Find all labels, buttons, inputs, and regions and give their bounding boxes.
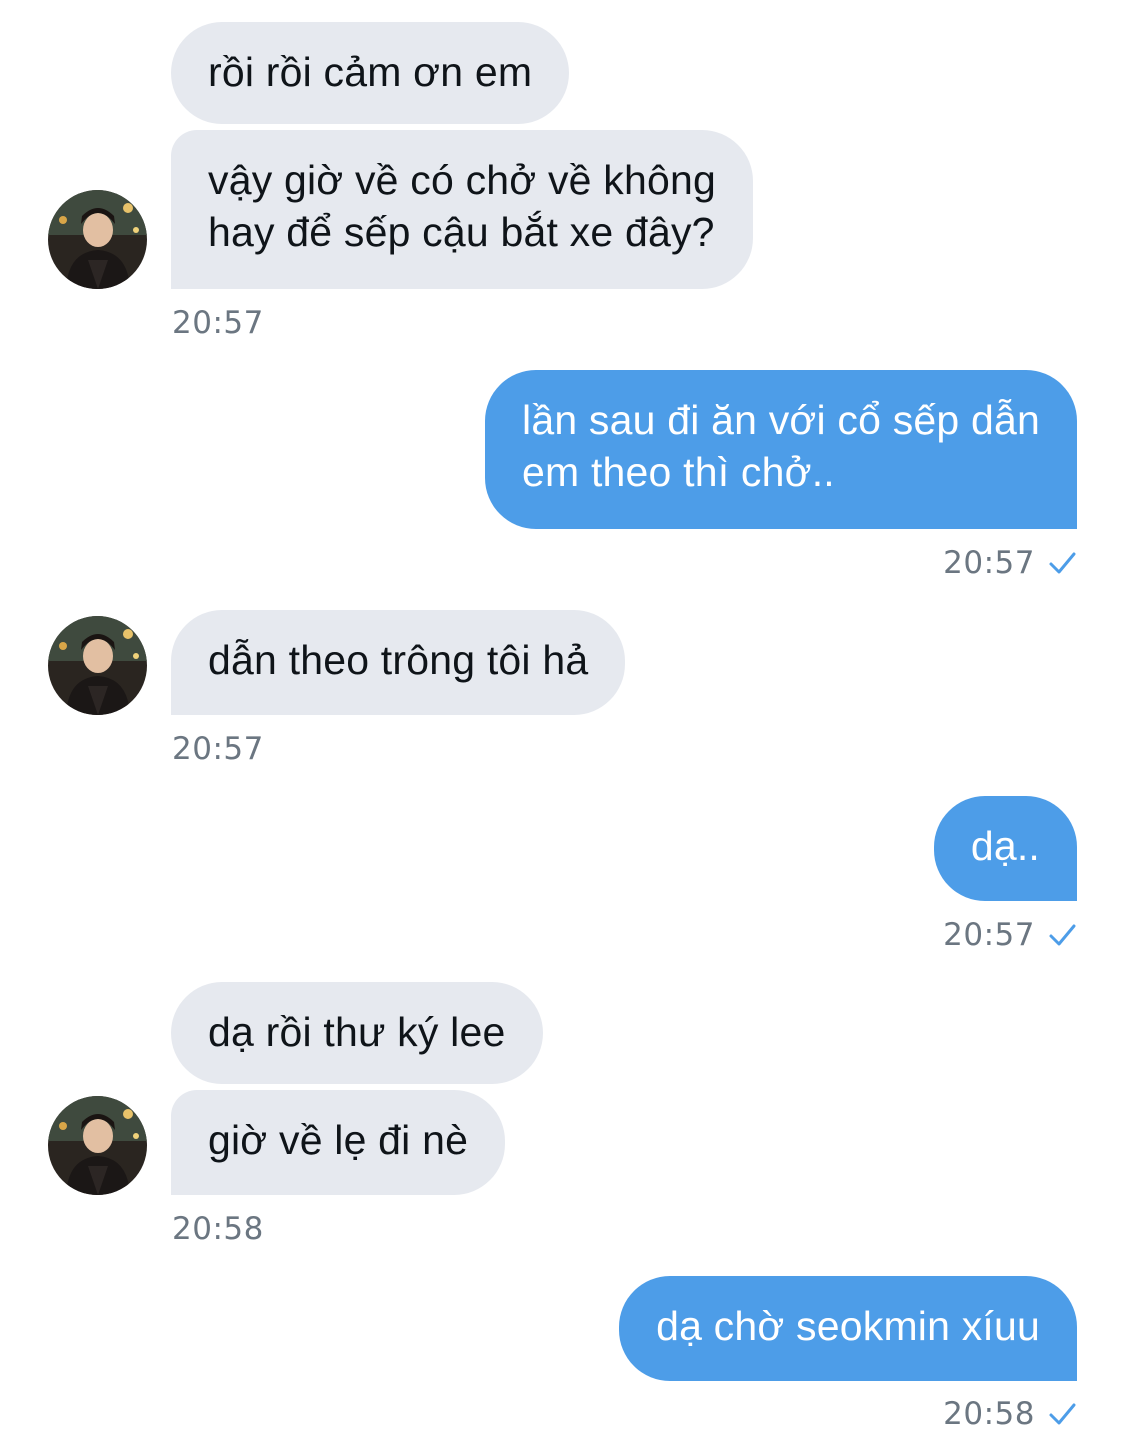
check-icon	[1049, 552, 1076, 574]
timestamp: 20:57	[943, 917, 1035, 953]
contact-avatar[interactable]	[48, 616, 147, 715]
avatar-image	[48, 1096, 147, 1195]
outgoing-message[interactable]: dạ chờ seokmin xíuu	[619, 1276, 1077, 1381]
message-text-line: lần sau đi ăn với cổ sếp dẫn	[522, 397, 1040, 443]
message-text: dạ rồi thư ký lee	[208, 1009, 506, 1055]
message-meta: 20:57	[943, 545, 1077, 581]
timestamp: 20:57	[172, 731, 264, 767]
contact-avatar[interactable]	[48, 190, 147, 289]
avatar-image	[48, 616, 147, 715]
check-icon	[1049, 924, 1076, 946]
avatar-image	[48, 190, 147, 289]
outgoing-message[interactable]: dạ..	[933, 796, 1077, 901]
outgoing-message[interactable]: lần sau đi ăn với cổ sếp dẫn em theo thì…	[485, 370, 1077, 529]
check-icon	[1049, 1403, 1076, 1425]
timestamp: 20:58	[172, 1211, 264, 1247]
message-text-line: vậy giờ về có chở về không	[208, 157, 716, 203]
incoming-message[interactable]: dạ rồi thư ký lee	[171, 982, 543, 1084]
timestamp: 20:58	[943, 1396, 1035, 1432]
incoming-message[interactable]: giờ về lẹ đi nè	[171, 1090, 506, 1195]
timestamp: 20:57	[172, 305, 264, 341]
incoming-message[interactable]: rồi rồi cảm ơn em	[171, 22, 570, 124]
contact-avatar[interactable]	[48, 1096, 147, 1195]
message-text: rồi rồi cảm ơn em	[208, 49, 533, 95]
incoming-message[interactable]: dẫn theo trông tôi hả	[171, 610, 626, 715]
message-meta: 20:57	[943, 917, 1077, 953]
timestamp: 20:57	[943, 545, 1035, 581]
message-text: giờ về lẹ đi nè	[208, 1117, 469, 1163]
message-text: dạ..	[970, 823, 1040, 869]
message-text-line: hay để sếp cậu bắt xe đây?	[208, 209, 715, 255]
message-meta: 20:58	[943, 1396, 1077, 1432]
message-text: dẫn theo trông tôi hả	[208, 637, 589, 683]
message-text: dạ chờ seokmin xíuu	[656, 1303, 1040, 1349]
incoming-message[interactable]: vậy giờ về có chở về không hay để sếp cậ…	[171, 130, 753, 289]
message-text-line: em theo thì chở..	[522, 449, 835, 495]
